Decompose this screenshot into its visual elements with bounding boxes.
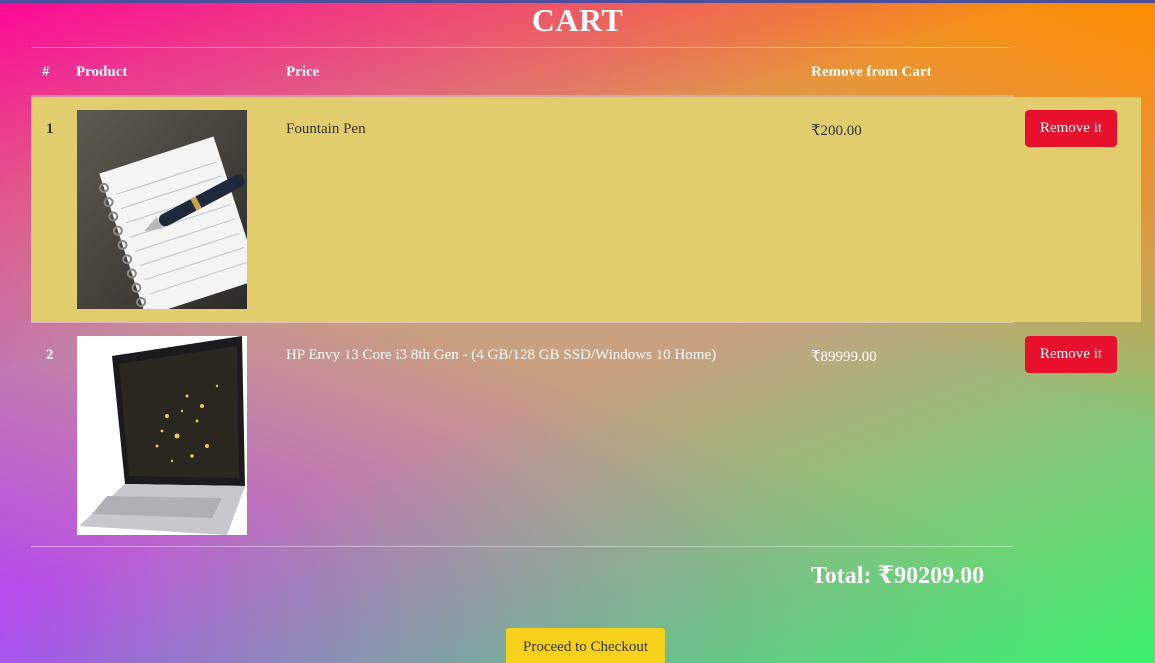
- header-remove: Remove from Cart: [811, 64, 932, 80]
- proceed-to-checkout-button[interactable]: Proceed to Checkout: [506, 628, 665, 663]
- header-price: Price: [286, 64, 320, 80]
- product-price: ₹200.00: [811, 123, 862, 139]
- remove-item-button[interactable]: Remove it: [1025, 336, 1117, 373]
- product-name: HP Envy 13 Core i3 8th Gen - (4 GB/128 G…: [286, 347, 717, 363]
- table-row: 1 Fountain Pen ₹200.00 Remove it: [31, 97, 1141, 322]
- table-header: # Product Price Remove from Cart: [31, 47, 1013, 97]
- product-price: ₹89999.00: [811, 349, 877, 365]
- page-title: CART: [531, 2, 624, 38]
- header-index: #: [42, 64, 50, 80]
- cart-total: Total: ₹90209.00: [811, 563, 985, 589]
- row-index: 1: [46, 121, 54, 137]
- fountain-pen-image[interactable]: [77, 110, 247, 309]
- header-product: Product: [76, 64, 128, 80]
- row-index: 2: [46, 347, 54, 363]
- table-row: 2 HP Envy 13 Core i3 8th Gen - (4 GB/128…: [31, 322, 1117, 547]
- laptop-image[interactable]: [77, 336, 247, 535]
- product-name: Fountain Pen: [286, 121, 366, 137]
- remove-item-button[interactable]: Remove it: [1025, 110, 1117, 147]
